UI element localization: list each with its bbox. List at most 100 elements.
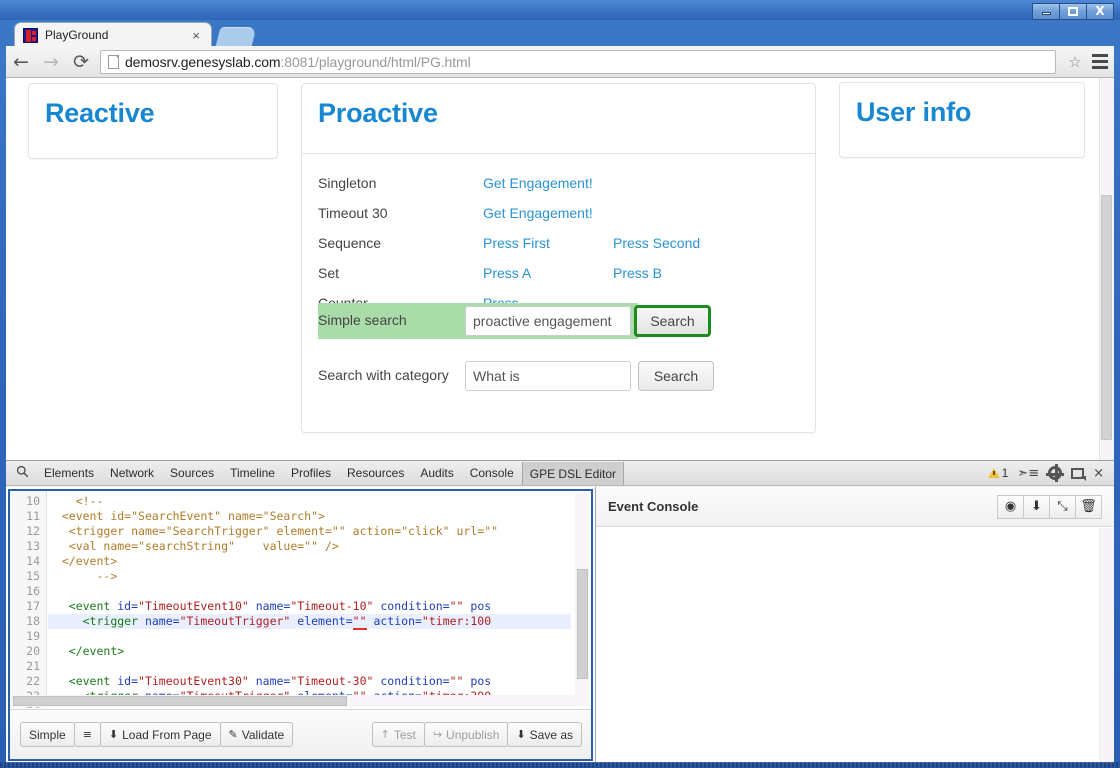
hide-events-icon[interactable]: ◉ — [997, 494, 1024, 519]
code-line[interactable]: <trigger name="TimeoutTrigger" element="… — [48, 614, 571, 630]
category-search-input[interactable]: What is — [465, 361, 631, 391]
code-text[interactable]: <!-- <event id="SearchEvent" name="Searc… — [48, 494, 571, 708]
warning-count: 1 — [1001, 466, 1009, 480]
event-console-title: Event Console — [608, 499, 699, 514]
simple-mode-button[interactable]: Simple — [20, 722, 75, 747]
code-line[interactable] — [48, 584, 571, 599]
devtools-tab-elements[interactable]: Elements — [36, 462, 102, 484]
proactive-action-link[interactable]: Get Engagement! — [483, 175, 613, 191]
close-icon: X — [1095, 4, 1105, 18]
code-line[interactable]: --> — [48, 569, 571, 584]
code-token: <event id="SearchEvent" name="Search"> — [61, 509, 325, 523]
code-token: <trigger — [82, 614, 145, 628]
simple-search-input[interactable]: proactive engagement — [465, 306, 631, 336]
code-line[interactable]: <trigger name="SearchTrigger" element=""… — [48, 524, 571, 539]
tab-close-icon[interactable]: × — [189, 28, 203, 43]
proactive-row: Set Press A Press B — [302, 258, 815, 288]
url-domain: demosrv.genesyslab.com — [125, 53, 281, 70]
search-icon[interactable] — [8, 465, 36, 482]
code-vertical-scrollbar-thumb[interactable] — [577, 569, 588, 679]
editor-right-buttons: ↑ Test ↪ Unpublish ⬇ Save as — [371, 722, 582, 747]
devtools-tab-audits[interactable]: Audits — [412, 462, 461, 484]
bookmark-star-icon[interactable]: ☆ — [1064, 53, 1086, 71]
code-editor[interactable]: 10111213141516171819202122232425 <!-- <e… — [10, 491, 591, 708]
devtools-tab-profiles[interactable]: Profiles — [283, 462, 339, 484]
code-horizontal-scrollbar-thumb[interactable] — [13, 696, 347, 706]
proactive-action-link[interactable]: Press Second — [613, 235, 743, 251]
devtools-tab-gpe-dsl-editor[interactable]: GPE DSL Editor — [521, 461, 625, 485]
proactive-action-link[interactable]: Get Engagement! — [483, 205, 613, 221]
proactive-action-link[interactable]: Press First — [483, 235, 613, 251]
new-tab-button[interactable] — [215, 27, 257, 47]
reload-icon[interactable]: ⟳ — [66, 47, 96, 77]
save-as-button[interactable]: ⬇ Save as — [507, 722, 582, 747]
warning-badge[interactable]: 1 — [987, 466, 1009, 480]
console-drawer-icon[interactable]: ➣≡ — [1017, 466, 1039, 481]
simple-search-label: Simple search — [318, 312, 407, 328]
code-line[interactable]: <event id="TimeoutEvent30" name="Timeout… — [48, 674, 571, 689]
line-number: 13 — [26, 539, 40, 553]
test-button[interactable]: ↑ Test — [371, 722, 425, 747]
forward-icon: → — [43, 50, 59, 73]
panel-user-info-header: User info — [840, 83, 1084, 143]
code-line[interactable]: <val name="searchString" value="" /> — [48, 539, 571, 554]
dsl-editor-frame: 10111213141516171819202122232425 <!-- <e… — [8, 489, 593, 761]
code-line[interactable]: <event id="SearchEvent" name="Search"> — [48, 509, 571, 524]
dock-window-icon[interactable] — [1071, 467, 1087, 481]
code-token: </event> — [68, 644, 125, 658]
devtools-toolbar-right: 1 ➣≡ × — [987, 464, 1112, 482]
code-token: "TimeoutTrigger" — [179, 614, 298, 628]
event-console-toolbar: ◉ ⬇ ⤡ 🗑 — [997, 494, 1102, 519]
code-token: action= — [373, 614, 422, 628]
validate-button[interactable]: ✎ Validate — [219, 722, 294, 747]
devtools-tab-console[interactable]: Console — [462, 462, 522, 484]
devtools-close-icon[interactable]: × — [1093, 466, 1104, 481]
page-scrollbar-thumb[interactable] — [1101, 195, 1112, 440]
code-line[interactable]: </event> — [48, 644, 571, 659]
event-console-header: Event Console ◉ ⬇ ⤡ 🗑 — [596, 487, 1114, 527]
unpublish-button[interactable]: ↪ Unpublish — [423, 722, 509, 747]
devtools-tab-sources[interactable]: Sources — [162, 462, 222, 484]
devtools-tab-network[interactable]: Network — [102, 462, 162, 484]
line-number: 17 — [26, 599, 40, 613]
address-bar[interactable]: demosrv.genesyslab.com:8081/playground/h… — [100, 49, 1056, 74]
devtools-tab-resources[interactable]: Resources — [339, 462, 412, 484]
chrome-menu-icon[interactable] — [1086, 54, 1114, 69]
panel-user-info-title: User info — [856, 97, 972, 127]
page-scrollbar[interactable] — [1099, 78, 1114, 460]
proactive-row-label: Set — [318, 265, 340, 281]
scroll-down-icon[interactable]: ⬇ — [1023, 494, 1050, 519]
code-line[interactable]: <event id="TimeoutEvent10" name="Timeout… — [48, 599, 571, 614]
line-number: 12 — [26, 524, 40, 538]
code-line[interactable]: </event> — [48, 554, 571, 569]
code-token: "" — [449, 674, 471, 688]
back-icon[interactable]: ← — [6, 47, 36, 77]
list-view-button[interactable]: ≡ — [73, 722, 101, 747]
browser-tab-playground[interactable]: PlayGround × — [14, 22, 212, 47]
panel-reactive-header: Reactive — [29, 84, 277, 144]
minimize-button[interactable] — [1032, 2, 1060, 20]
expand-icon[interactable]: ⤡ — [1049, 494, 1076, 519]
devtools-tab-timeline[interactable]: Timeline — [222, 462, 283, 484]
code-line[interactable]: <!-- — [48, 494, 571, 509]
clear-trash-icon[interactable]: 🗑 — [1075, 494, 1102, 519]
event-console-scrollbar[interactable] — [1099, 528, 1114, 763]
settings-gear-icon[interactable] — [1046, 464, 1065, 482]
category-search-button[interactable]: Search — [638, 361, 714, 391]
load-from-page-button[interactable]: ⬇ Load From Page — [99, 722, 221, 747]
download-circle-icon: ⬇ — [108, 728, 119, 741]
maximize-button[interactable] — [1059, 2, 1087, 20]
devtools-tab-list: Elements Network Sources Timeline Profiles Re… — [36, 461, 625, 485]
code-line[interactable] — [48, 659, 571, 674]
proactive-action-link[interactable]: Press A — [483, 265, 613, 281]
simple-search-button[interactable]: Search — [634, 305, 711, 337]
code-line[interactable] — [48, 629, 571, 644]
browser-window: X PlayGround × ← → ⟳ demosrv.genesyslab.… — [0, 0, 1120, 768]
code-token: "Timeout-30" — [290, 674, 381, 688]
close-window-button[interactable]: X — [1086, 2, 1114, 20]
proactive-action-link[interactable]: Press B — [613, 265, 743, 281]
